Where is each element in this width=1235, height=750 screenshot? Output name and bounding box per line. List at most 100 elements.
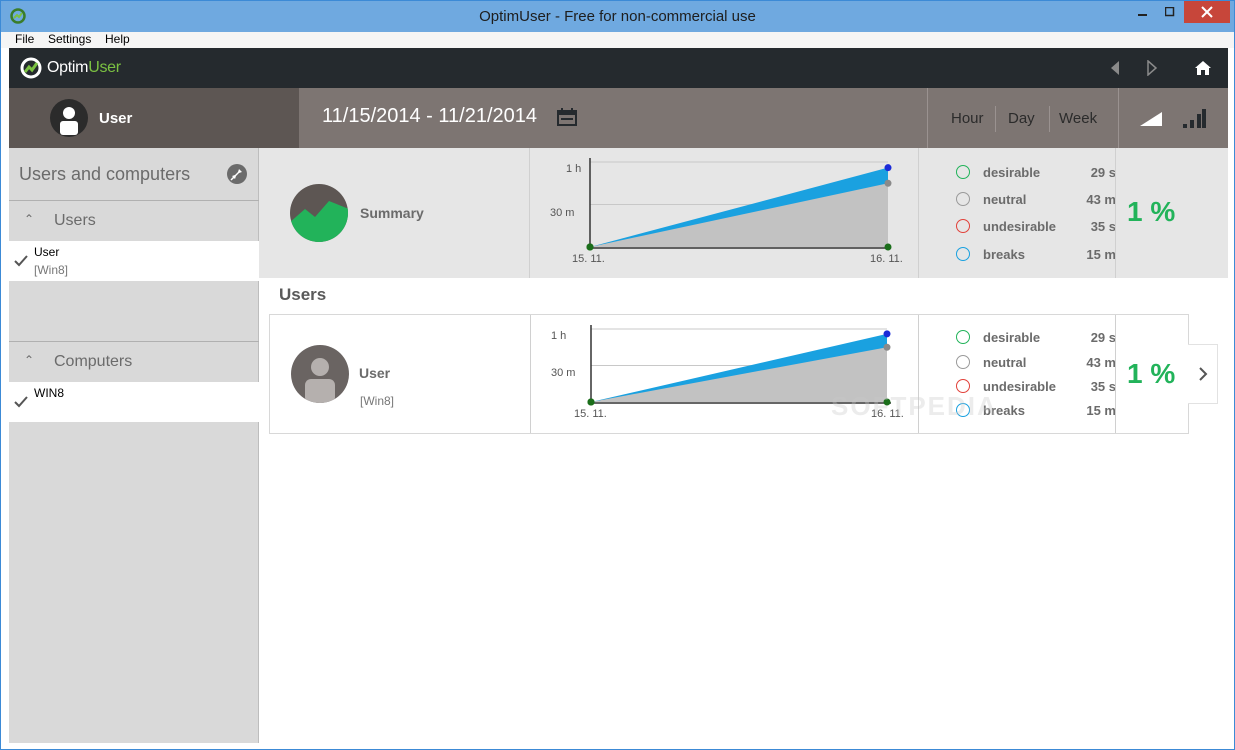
user-avatar <box>291 345 349 403</box>
menu-bar: File Settings Help <box>1 32 1234 48</box>
legend-label: breaks <box>983 247 1025 262</box>
user-percent: 1 % <box>1127 358 1176 389</box>
header-divider <box>1118 88 1119 148</box>
sidebar-item-user[interactable]: User [Win8] <box>9 241 259 281</box>
legend-undesirable: undesirable 35 s <box>956 219 1116 235</box>
menu-help[interactable]: Help <box>105 32 130 46</box>
legend-value: 29 s <box>1090 330 1116 345</box>
arrow-left-icon <box>1111 61 1119 75</box>
app-window: OptimUser - Free for non-commercial use … <box>0 0 1235 750</box>
summary-chart-icon <box>290 184 348 242</box>
period-divider <box>995 106 996 132</box>
x-tick-label: 15. 11. <box>574 408 607 420</box>
avatar <box>50 99 88 137</box>
frown-icon <box>956 219 970 233</box>
current-user-name: User <box>99 110 133 127</box>
next-page-button[interactable] <box>1188 344 1218 404</box>
legend-value: 15 m <box>1086 247 1116 262</box>
calendar-icon <box>557 108 577 126</box>
minimize-button[interactable] <box>1129 1 1156 23</box>
users-section-title: Users <box>279 285 327 304</box>
maximize-button[interactable] <box>1156 1 1183 23</box>
date-range: 11/15/2014 - 11/21/2014 <box>322 105 537 127</box>
legend-value: 35 s <box>1090 219 1116 234</box>
watermark: SOFTPEDIA <box>831 391 998 421</box>
sidebar-item-user-name: User <box>34 245 60 259</box>
menu-settings[interactable]: Settings <box>48 32 91 46</box>
summary-percent: 1 % <box>1127 196 1176 227</box>
computers-section-header[interactable]: ⌃ Computers <box>9 342 259 382</box>
pause-icon <box>956 247 970 261</box>
neutral-face-icon <box>956 192 970 206</box>
user-icon <box>305 358 335 403</box>
y-tick-label: 30 m <box>551 367 575 379</box>
data-point <box>883 330 891 338</box>
legend-label: desirable <box>983 330 1041 345</box>
legend-neutral: neutral 43 m <box>956 192 1116 208</box>
optimuser-logo-icon <box>20 57 42 79</box>
y-tick-label: 1 h <box>566 163 581 175</box>
legend-label: desirable <box>983 165 1041 180</box>
chevron-up-icon: ⌃ <box>24 353 35 367</box>
legend-value: 43 m <box>1086 192 1116 207</box>
smile-icon <box>956 165 970 179</box>
data-point <box>884 243 892 251</box>
user-icon <box>60 107 78 135</box>
pin-icon <box>230 169 242 181</box>
computers-section-label: Computers <box>54 353 133 370</box>
summary-activity-chart: 1 h 30 m 15. 11. 16. 11. <box>550 158 903 265</box>
sidebar-title: Users and computers <box>19 164 191 184</box>
area-chart-icon <box>1140 112 1162 126</box>
arrow-right-icon <box>1147 60 1158 76</box>
window-title: OptimUser - Free for non-commercial use <box>479 8 756 25</box>
cell-divider <box>1115 148 1116 278</box>
legend-breaks: breaks 15 m <box>956 247 1116 263</box>
neutral-face-icon <box>956 355 970 369</box>
forward-button[interactable] <box>1142 58 1162 78</box>
brand-name-part2: User <box>88 59 121 76</box>
menu-file[interactable]: File <box>15 32 34 46</box>
period-week[interactable]: Week <box>1059 88 1097 148</box>
home-icon <box>1195 61 1211 75</box>
data-point <box>883 343 891 351</box>
cell-divider <box>918 148 919 278</box>
summary-legend: desirable 29 s neutral 43 m undesirable … <box>956 165 1116 265</box>
users-section-header[interactable]: ⌃ Users <box>9 201 259 241</box>
legend-neutral: neutral 43 m <box>956 355 1116 371</box>
close-button[interactable] <box>1184 1 1230 23</box>
user-row-name: User <box>359 365 391 381</box>
brand-name: OptimUser <box>47 59 121 77</box>
y-tick-label: 1 h <box>551 330 566 342</box>
home-button[interactable] <box>1193 58 1213 78</box>
period-day[interactable]: Day <box>1008 88 1035 148</box>
bar-chart-view-button[interactable] <box>1182 88 1206 148</box>
x-tick-label: 15. 11. <box>572 253 605 265</box>
period-hour[interactable]: Hour <box>951 88 984 148</box>
data-point <box>884 164 892 172</box>
users-section-label: Users <box>54 212 96 229</box>
legend-value: 15 m <box>1086 403 1116 418</box>
data-point <box>587 398 595 406</box>
smile-icon <box>956 330 970 344</box>
current-user-panel[interactable]: User <box>9 88 299 148</box>
area-chart-view-button[interactable] <box>1139 88 1163 148</box>
sidebar-item-computer-name: WIN8 <box>34 386 64 400</box>
cell-divider <box>1115 315 1116 433</box>
calendar-button[interactable] <box>557 107 577 132</box>
user-row[interactable]: User [Win8] 1 h 30 m 15. 11. 16. 11. des… <box>269 314 1189 434</box>
summary-label: Summary <box>360 205 424 221</box>
data-point <box>884 179 892 187</box>
pin-button[interactable] <box>227 164 247 184</box>
back-button[interactable] <box>1105 58 1125 78</box>
legend-value: 35 s <box>1090 379 1116 394</box>
brand-name-part1: Optim <box>47 59 89 76</box>
data-point <box>586 243 594 251</box>
bar-chart-icon <box>1183 109 1206 128</box>
report-header: User 11/15/2014 - 11/21/2014 Hour Day We… <box>9 88 1228 148</box>
summary-row[interactable]: Summary 1 h 30 m 15. 11. 16. 11. desirab… <box>259 148 1228 278</box>
main-content: Summary 1 h 30 m 15. 11. 16. 11. desirab… <box>259 148 1228 743</box>
header-divider <box>927 88 928 148</box>
sidebar-item-computer[interactable]: WIN8 <box>9 382 259 422</box>
sidebar-item-user-sub: [Win8] <box>34 263 69 277</box>
close-icon <box>1201 6 1213 18</box>
